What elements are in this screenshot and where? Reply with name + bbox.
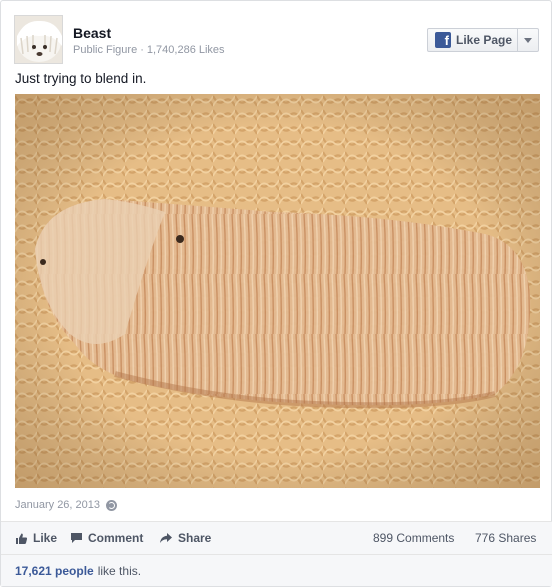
likes-summary: 17,621 people like this. (1, 554, 552, 586)
comment-icon (70, 532, 83, 544)
post-text: Just trying to blend in. (15, 71, 147, 86)
facebook-post-card: Beast Public Figure · 1,740,286 Likes f Li… (0, 0, 552, 587)
comment-button-label: Comment (88, 531, 144, 545)
like-page-main[interactable]: f Like Page (428, 29, 517, 51)
page-category: Public Figure (73, 44, 138, 56)
share-arrow-icon (159, 532, 173, 544)
comment-button[interactable]: Comment (70, 522, 143, 554)
like-page-dropdown[interactable] (518, 29, 538, 51)
like-button-label: Like (33, 531, 58, 545)
timestamp-link[interactable]: January 26, 2013 (15, 499, 100, 511)
likes-suffix: like this. (97, 563, 142, 578)
comments-count-link[interactable]: 899 Comments (373, 522, 454, 554)
globe-icon (106, 499, 118, 511)
page-name-link[interactable]: Beast (73, 25, 111, 41)
share-button-label: Share (178, 531, 212, 545)
shares-count-link[interactable]: 776 Shares (475, 522, 536, 554)
share-button[interactable]: Share (159, 522, 211, 554)
like-page-label: Like Page (456, 33, 513, 47)
facebook-logo-icon: f (435, 32, 451, 48)
like-button[interactable]: Like (15, 522, 57, 554)
post-timestamp: January 26, 2013 (15, 499, 118, 511)
page-likes-count[interactable]: 1,740,286 Likes (147, 44, 225, 56)
meta-separator: · (140, 44, 144, 56)
like-page-button[interactable]: f Like Page (427, 28, 539, 52)
chevron-down-icon (524, 37, 532, 43)
page-avatar[interactable] (14, 15, 63, 64)
thumbs-up-icon (15, 532, 28, 545)
page-meta: Public Figure · 1,740,286 Likes (73, 44, 225, 56)
likes-count-link[interactable]: 17,621 people (15, 564, 94, 578)
post-action-bar: Like Comment Share 899 Comments 776 Shar… (1, 521, 552, 554)
post-photo[interactable] (15, 94, 540, 488)
